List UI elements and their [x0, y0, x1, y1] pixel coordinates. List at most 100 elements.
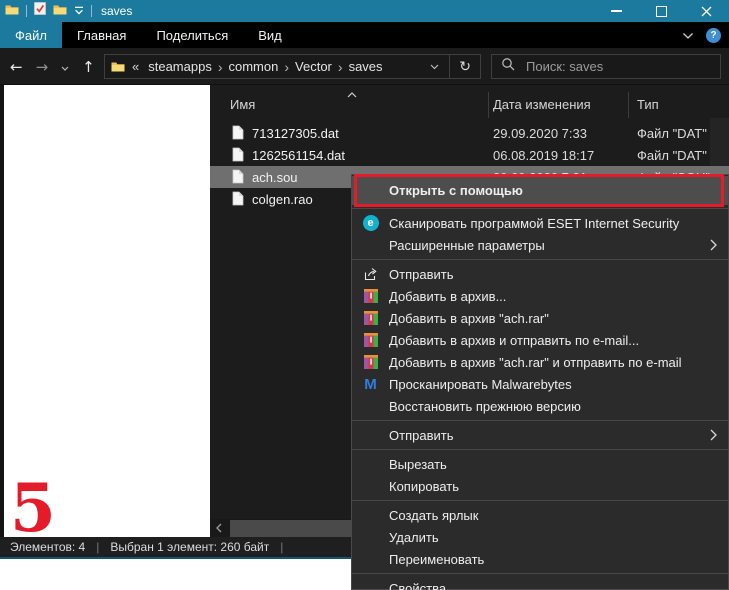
- menu-item-send-to[interactable]: Отправить: [352, 424, 728, 446]
- breadcrumb-overflow[interactable]: «: [129, 59, 142, 74]
- quick-access-toolbar: [0, 2, 92, 20]
- file-name: 713127305.dat: [252, 126, 339, 141]
- eset-icon: e: [362, 215, 379, 231]
- qat-separator: [91, 5, 92, 17]
- submenu-chevron-icon: [710, 239, 717, 251]
- submenu-chevron-icon: [710, 429, 717, 441]
- explorer-window: saves Файл Главная Поделиться Вид ? ← →: [0, 0, 729, 590]
- status-divider: |: [96, 540, 100, 554]
- file-name: colgen.rao: [252, 192, 313, 207]
- menu-item-share[interactable]: Отправить: [352, 263, 728, 285]
- breadcrumb-saves[interactable]: saves: [343, 59, 389, 74]
- file-type: Файл "DAT": [637, 148, 707, 163]
- winrar-icon: [363, 333, 378, 347]
- menu-separator: [352, 449, 728, 450]
- status-divider: |: [280, 540, 284, 554]
- menu-item-eset-scan[interactable]: e Сканировать программой ESET Internet S…: [352, 212, 728, 234]
- minimize-icon: [611, 10, 622, 12]
- winrar-icon: [363, 311, 378, 325]
- close-icon: [701, 6, 712, 16]
- help-icon[interactable]: ?: [706, 27, 721, 43]
- ribbon-right-controls: ?: [682, 22, 729, 48]
- file-date: 06.08.2019 18:17: [493, 148, 595, 163]
- qat-separator: [26, 5, 27, 17]
- file-icon: [232, 191, 244, 206]
- column-headers: Имя Дата изменения Тип: [210, 90, 729, 118]
- tab-share[interactable]: Поделиться: [141, 22, 243, 48]
- column-header-name[interactable]: Имя: [230, 97, 255, 112]
- menu-item-rename[interactable]: Переименовать: [352, 548, 728, 570]
- sort-ascending-icon: [347, 86, 357, 101]
- menu-separator: [352, 208, 728, 209]
- menu-item-advanced-options[interactable]: Расширенные параметры: [352, 234, 728, 256]
- column-header-date[interactable]: Дата изменения: [493, 97, 591, 112]
- recent-locations-chevron-icon[interactable]: [61, 58, 69, 76]
- menu-item-copy[interactable]: Копировать: [352, 475, 728, 497]
- app-folder-icon: [5, 2, 19, 20]
- menu-item-malwarebytes-scan[interactable]: M Просканировать Malwarebytes: [352, 373, 728, 395]
- tab-home[interactable]: Главная: [62, 22, 141, 48]
- address-bar-right: ↻: [420, 55, 480, 78]
- address-dropdown-chevron-icon[interactable]: [420, 64, 449, 70]
- menu-item-archive-and-email[interactable]: Добавить в архив и отправить по e-mail..…: [352, 329, 728, 351]
- maximize-button[interactable]: [639, 0, 684, 22]
- menu-item-properties[interactable]: Свойства: [352, 577, 728, 590]
- winrar-icon: [363, 355, 378, 369]
- search-box[interactable]: [491, 54, 721, 79]
- context-menu: Открыть с помощью e Сканировать программ…: [351, 174, 729, 590]
- breadcrumb-steamapps[interactable]: steamapps: [142, 59, 218, 74]
- close-button[interactable]: [684, 0, 729, 22]
- tab-view[interactable]: Вид: [243, 22, 297, 48]
- file-name: ach.sou: [252, 170, 298, 185]
- file-type: Файл "DAT": [637, 126, 707, 141]
- window-title: saves: [101, 4, 133, 18]
- selection-info: Выбран 1 элемент: 260 байт: [110, 540, 270, 554]
- tab-file[interactable]: Файл: [0, 22, 62, 48]
- breadcrumb-vector[interactable]: Vector: [289, 59, 338, 74]
- address-folder-icon: [111, 61, 125, 72]
- menu-item-add-to-archive[interactable]: Добавить в архив...: [352, 285, 728, 307]
- customize-qat-chevron-icon[interactable]: [74, 2, 84, 20]
- breadcrumb-common[interactable]: common: [223, 59, 285, 74]
- file-date: 29.09.2020 7:33: [493, 126, 587, 141]
- annotation-step-number: 5: [10, 469, 56, 547]
- column-divider[interactable]: [628, 92, 629, 118]
- scroll-left-arrow-icon[interactable]: [210, 519, 228, 537]
- file-row-713127305[interactable]: 713127305.dat 29.09.2020 7:33 Файл "DAT": [210, 122, 729, 144]
- winrar-icon: [363, 289, 378, 303]
- menu-separator: [352, 573, 728, 574]
- search-icon: [501, 57, 515, 76]
- menu-item-archive-named-and-email[interactable]: Добавить в архив "ach.rar" и отправить п…: [352, 351, 728, 373]
- refresh-button[interactable]: ↻: [450, 59, 480, 75]
- menu-item-cut[interactable]: Вырезать: [352, 453, 728, 475]
- forward-button[interactable]: →: [36, 58, 49, 76]
- menu-item-create-shortcut[interactable]: Создать ярлык: [352, 504, 728, 526]
- titlebar: saves: [0, 0, 729, 22]
- ribbon-tab-bar: Файл Главная Поделиться Вид ?: [0, 22, 729, 48]
- address-bar[interactable]: « steamapps › common › Vector › saves ↻: [104, 54, 481, 79]
- menu-item-add-to-archive-named[interactable]: Добавить в архив "ach.rar": [352, 307, 728, 329]
- window-controls: [594, 0, 729, 22]
- menu-separator: [352, 420, 728, 421]
- collapse-ribbon-chevron-icon[interactable]: [682, 28, 694, 43]
- search-input[interactable]: [524, 58, 711, 75]
- file-icon: [232, 169, 244, 184]
- new-folder-icon[interactable]: [53, 2, 67, 20]
- properties-check-icon[interactable]: [34, 2, 46, 20]
- minimize-button[interactable]: [594, 0, 639, 22]
- share-icon: [364, 268, 377, 281]
- menu-separator: [352, 259, 728, 260]
- up-button[interactable]: ↑: [82, 58, 95, 76]
- menu-item-delete[interactable]: Удалить: [352, 526, 728, 548]
- back-button[interactable]: ←: [10, 58, 23, 76]
- maximize-icon: [656, 5, 667, 17]
- column-header-type[interactable]: Тип: [637, 97, 659, 112]
- menu-item-open-with[interactable]: Открыть с помощью: [352, 176, 728, 205]
- menu-item-restore-previous-version[interactable]: Восстановить прежнюю версию: [352, 395, 728, 417]
- navigation-pane: 5: [4, 85, 210, 541]
- file-name: 1262561154.dat: [252, 148, 346, 163]
- file-icon: [232, 147, 244, 162]
- malwarebytes-icon: M: [364, 375, 377, 393]
- column-divider[interactable]: [488, 92, 489, 118]
- file-row-1262561154[interactable]: 1262561154.dat 06.08.2019 18:17 Файл "DA…: [210, 144, 729, 166]
